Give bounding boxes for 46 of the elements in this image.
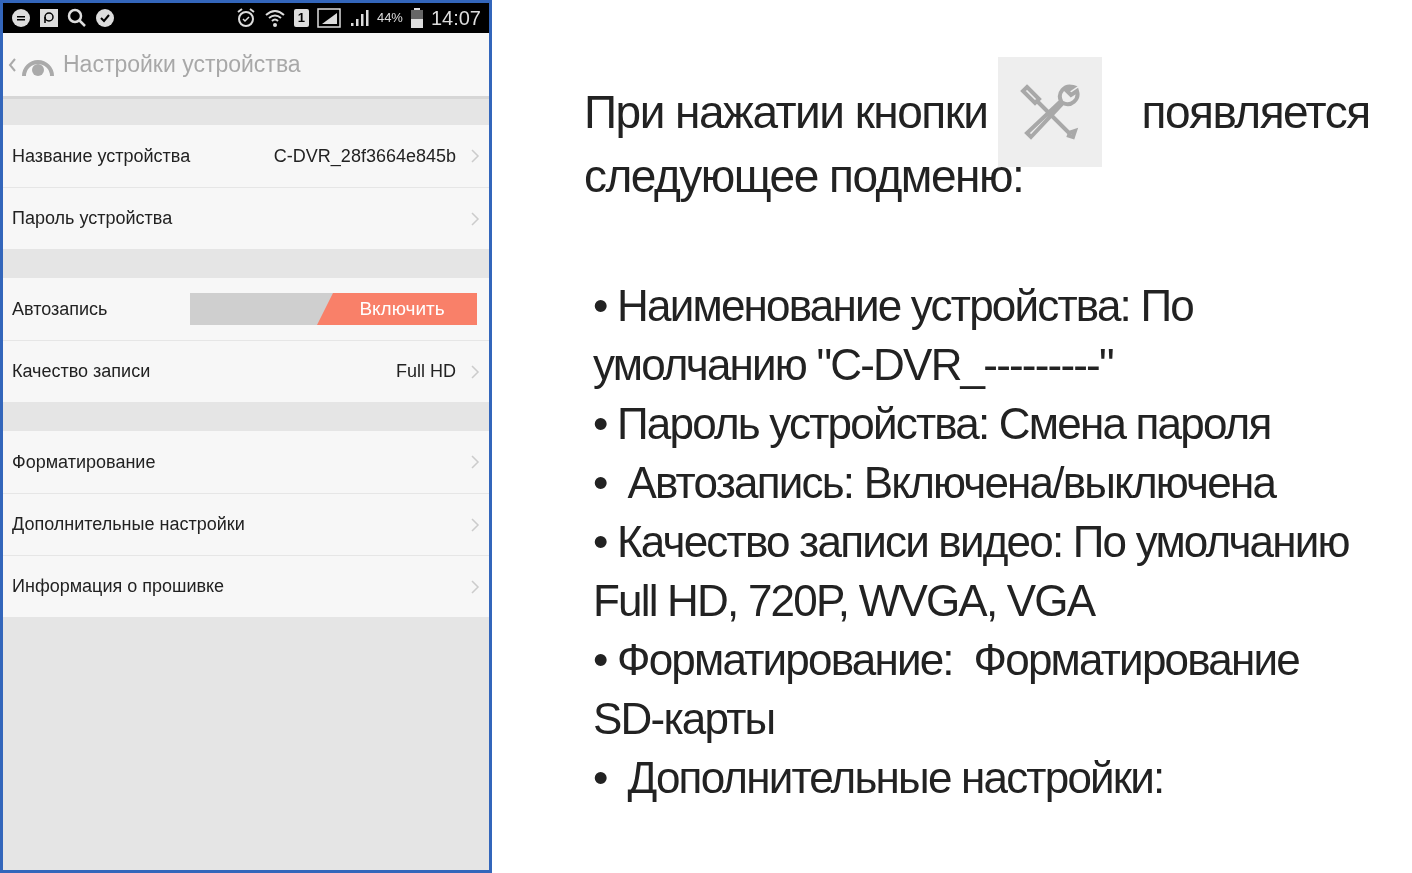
row-value: C-DVR_28f3664e845b bbox=[273, 144, 456, 169]
tools-button[interactable] bbox=[997, 57, 1102, 167]
row-label: Качество записи bbox=[12, 360, 152, 383]
bullet-item: • Качество записи видео: По умолчанию Full HD, 720P, WVGA, VGA bbox=[593, 516, 1350, 627]
check-icon bbox=[95, 8, 115, 28]
signal-icon bbox=[348, 8, 369, 28]
row-label: Автозапись bbox=[12, 297, 109, 321]
row-value: Full HD bbox=[396, 360, 456, 383]
row-label: Название устройства bbox=[12, 144, 192, 168]
bullet-item: • Автозапись: Включена/выключена bbox=[593, 457, 1276, 509]
sim-icon: 1 bbox=[293, 9, 309, 27]
bullet-item: • Дополнительные настройки: bbox=[593, 752, 1164, 804]
intro-text: следующее подменю: bbox=[584, 149, 1025, 204]
wifi-icon bbox=[263, 8, 286, 28]
alarm-icon bbox=[235, 8, 256, 28]
battery-icon bbox=[410, 8, 423, 28]
settings-row[interactable]: Название устройства C-DVR_28f3664e845b bbox=[3, 125, 489, 187]
row-label: Форматирование bbox=[12, 450, 157, 474]
search-icon bbox=[67, 8, 87, 28]
settings-row[interactable]: Пароль устройства bbox=[3, 187, 489, 249]
app-icon bbox=[39, 8, 59, 28]
chevron-icon bbox=[470, 148, 480, 164]
settings-row[interactable]: Информация о прошивке bbox=[3, 555, 489, 617]
chevron-icon bbox=[470, 363, 480, 380]
settings-row[interactable]: Автозапись Включить bbox=[3, 278, 489, 340]
toggle-label: Включить bbox=[317, 293, 477, 325]
intro-text: При нажатии кнопки bbox=[584, 85, 988, 140]
chevron-icon bbox=[470, 578, 480, 595]
settings-row[interactable]: Качество записи Full HD bbox=[3, 340, 489, 402]
chevron-icon bbox=[470, 454, 480, 470]
intro-text: появляется bbox=[1141, 85, 1370, 140]
chevron-icon bbox=[470, 210, 480, 227]
status-time: 14:07 bbox=[430, 6, 481, 31]
chevron-icon bbox=[470, 516, 480, 533]
bullet-item: • Форматирование: Форматирование SD-карты bbox=[593, 634, 1300, 745]
row-label: Дополнительные настройки bbox=[12, 513, 246, 536]
battery-percent: 44% bbox=[376, 9, 403, 28]
bullet-item: • Наименование устройства: По умолчанию "C-DVR_---------" bbox=[593, 280, 1194, 391]
chat-icon bbox=[11, 8, 31, 28]
signal-icon bbox=[316, 8, 341, 28]
settings-row[interactable]: Форматирование bbox=[3, 431, 489, 493]
settings-row[interactable]: Дополнительные настройки bbox=[3, 493, 489, 555]
screen-title: Настройки устройства bbox=[63, 50, 301, 80]
row-label: Пароль устройства bbox=[12, 207, 174, 230]
bullet-item: • Пароль устройства: Смена пароля bbox=[593, 398, 1271, 450]
row-label: Информация о прошивке bbox=[12, 575, 226, 598]
